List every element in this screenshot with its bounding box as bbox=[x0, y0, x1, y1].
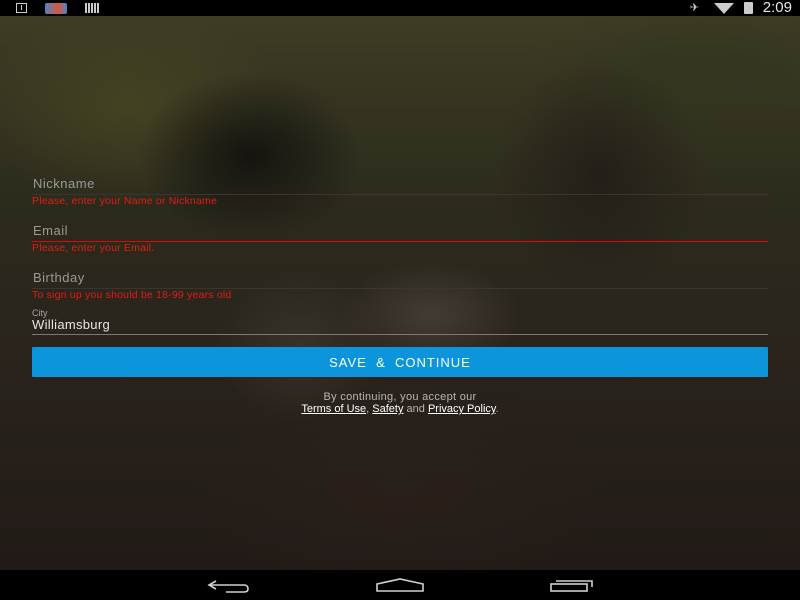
navigation-bar bbox=[0, 570, 800, 600]
battery-charging-icon bbox=[743, 2, 753, 14]
birthday-label: Birthday bbox=[33, 270, 85, 285]
legal-comma: , bbox=[366, 403, 370, 415]
legal-line: By continuing, you accept our bbox=[323, 391, 477, 403]
wifi-icon bbox=[713, 2, 734, 14]
app-icon bbox=[45, 2, 67, 14]
clock: 2:09 bbox=[762, 0, 792, 16]
status-bar: ✈ 2:09 bbox=[0, 0, 800, 16]
nickname-error: Please, enter your Name or Nickname bbox=[32, 195, 217, 207]
save-continue-button[interactable]: SAVE & CONTINUE bbox=[32, 347, 768, 377]
mute-icon: ✈ bbox=[689, 2, 700, 14]
save-continue-label: SAVE & CONTINUE bbox=[329, 354, 471, 370]
email-label: Email bbox=[33, 223, 69, 238]
legal-notice: By continuing, you accept our Terms of U… bbox=[0, 391, 800, 415]
city-underline bbox=[32, 334, 768, 335]
legal-period: . bbox=[495, 403, 499, 415]
download-icon bbox=[16, 3, 27, 13]
nickname-label: Nickname bbox=[33, 176, 95, 191]
city-value[interactable]: Williamsburg bbox=[32, 317, 110, 332]
birthday-error: To sign up you should be 18-99 years old bbox=[32, 289, 232, 301]
email-error: Please, enter your Email. bbox=[32, 242, 155, 254]
terms-of-use-link[interactable]: Terms of Use bbox=[301, 403, 366, 415]
privacy-policy-link[interactable]: Privacy Policy bbox=[428, 403, 496, 415]
safety-link[interactable]: Safety bbox=[372, 403, 403, 415]
barcode-icon bbox=[85, 3, 99, 13]
recent-apps-icon[interactable] bbox=[550, 579, 594, 592]
home-icon[interactable] bbox=[376, 578, 424, 592]
back-icon[interactable] bbox=[206, 579, 250, 593]
legal-and: and bbox=[406, 403, 425, 415]
